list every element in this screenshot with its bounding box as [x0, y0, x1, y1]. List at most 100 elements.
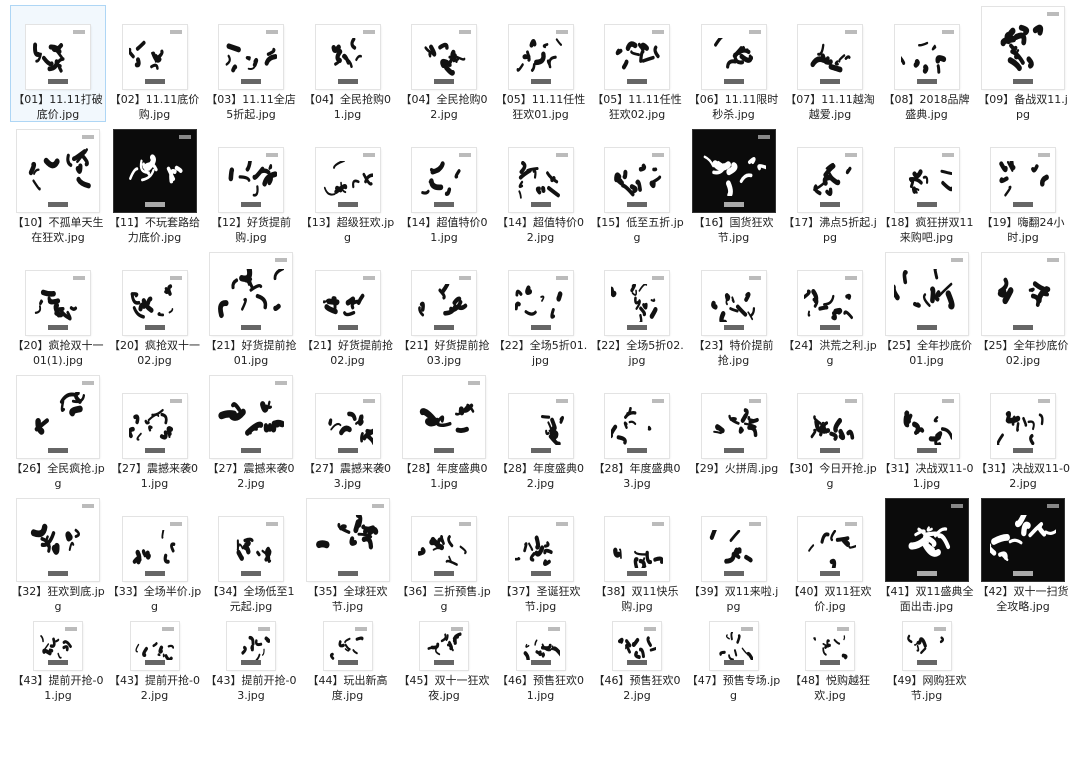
file-item[interactable]: 【31】决战双11-02.jpg [975, 374, 1071, 491]
file-thumbnail[interactable] [894, 394, 959, 458]
file-item[interactable]: 【28】年度盛典02.jpg [493, 374, 589, 491]
file-thumbnail[interactable] [315, 394, 380, 458]
file-item[interactable]: 【28】年度盛典03.jpg [589, 374, 685, 491]
file-thumbnail[interactable] [885, 253, 968, 335]
file-thumbnail[interactable] [26, 25, 90, 89]
file-item[interactable]: 【30】今日开抢.jpg [782, 374, 878, 491]
file-item[interactable]: 【10】不孤单天生在狂欢.jpg [10, 128, 106, 245]
file-thumbnail[interactable] [798, 271, 862, 335]
file-item[interactable]: 【46】预售狂欢01.jpg [493, 620, 589, 703]
file-item[interactable]: 【27】震撼来袭03.jpg [300, 374, 396, 491]
file-thumbnail[interactable] [219, 25, 283, 89]
file-item[interactable]: 【20】疯抢双十一02.jpg [107, 251, 203, 368]
file-thumbnail[interactable] [412, 148, 476, 212]
file-item[interactable]: 【18】疯狂拼双11来购吧.jpg [879, 128, 975, 245]
file-thumbnail[interactable] [420, 622, 468, 670]
file-thumbnail[interactable] [605, 394, 669, 458]
file-thumbnail[interactable] [605, 25, 669, 89]
file-item[interactable]: 【02】11.11底价购.jpg [107, 5, 203, 122]
file-thumbnail[interactable] [210, 376, 292, 458]
file-thumbnail[interactable] [701, 517, 766, 581]
file-thumbnail[interactable] [210, 253, 292, 335]
file-item[interactable]: 【09】备战双11.jpg [975, 5, 1071, 122]
file-item[interactable]: 【08】2018品牌盛典.jpg [879, 5, 975, 122]
file-thumbnail[interactable] [701, 271, 766, 335]
file-thumbnail[interactable] [130, 622, 179, 670]
file-thumbnail[interactable] [798, 517, 862, 581]
file-item[interactable]: 【47】预售专场.jpg [686, 620, 782, 703]
file-item[interactable]: 【23】特价提前抢.jpg [686, 251, 782, 368]
file-item[interactable]: 【05】11.11任性狂欢02.jpg [589, 5, 685, 122]
file-item[interactable]: 【19】嗨翻24小时.jpg [975, 128, 1071, 245]
file-thumbnail[interactable] [982, 7, 1064, 89]
file-item[interactable]: 【26】全民疯抢.jpg [10, 374, 106, 491]
file-thumbnail[interactable] [122, 271, 187, 335]
file-item[interactable]: 【06】11.11限时秒杀.jpg [686, 5, 782, 122]
file-item[interactable]: 【25】全年抄底价02.jpg [975, 251, 1071, 368]
file-thumbnail[interactable] [17, 130, 99, 212]
file-thumbnail[interactable] [982, 253, 1064, 335]
file-item[interactable]: 【38】双11快乐购.jpg [589, 497, 685, 614]
file-thumbnail[interactable] [315, 25, 380, 89]
file-thumbnail[interactable] [991, 148, 1055, 212]
file-thumbnail[interactable] [219, 517, 283, 581]
file-item[interactable]: 【21】好货提前抢02.jpg [300, 251, 396, 368]
file-thumbnail[interactable] [315, 148, 380, 212]
file-thumbnail[interactable] [605, 517, 669, 581]
file-thumbnail[interactable] [798, 25, 862, 89]
file-thumbnail[interactable] [709, 622, 758, 670]
file-thumbnail[interactable] [412, 25, 476, 89]
file-thumbnail[interactable] [894, 148, 959, 212]
file-item[interactable]: 【14】超值特价01.jpg [396, 128, 492, 245]
file-item[interactable]: 【46】预售狂欢02.jpg [589, 620, 685, 703]
file-item[interactable]: 【15】低至五折.jpg [589, 128, 685, 245]
file-thumbnail[interactable] [701, 394, 766, 458]
file-thumbnail[interactable] [26, 271, 90, 335]
file-thumbnail[interactable] [122, 25, 187, 89]
file-thumbnail[interactable] [508, 271, 573, 335]
file-item[interactable]: 【29】火拼周.jpg [686, 374, 782, 476]
file-item[interactable]: 【05】11.11任性狂欢01.jpg [493, 5, 589, 122]
file-thumbnail[interactable] [219, 148, 283, 212]
file-item[interactable]: 【24】洪荒之利.jpg [782, 251, 878, 368]
file-thumbnail[interactable] [17, 499, 99, 581]
file-thumbnail[interactable] [508, 517, 573, 581]
file-item[interactable]: 【32】狂欢到底.jpg [10, 497, 106, 614]
file-thumbnail[interactable] [902, 622, 951, 670]
file-thumbnail[interactable] [613, 622, 661, 670]
file-item[interactable]: 【21】好货提前抢01.jpg [203, 251, 299, 368]
file-thumbnail[interactable] [113, 130, 196, 212]
file-thumbnail[interactable] [306, 499, 389, 581]
file-item[interactable]: 【27】震撼来袭01.jpg [107, 374, 203, 491]
file-thumbnail[interactable] [692, 130, 775, 212]
file-item[interactable]: 【43】提前开抢-01.jpg [10, 620, 106, 703]
file-item[interactable]: 【04】全民抢购02.jpg [396, 5, 492, 122]
file-item[interactable]: 【27】震撼来袭02.jpg [203, 374, 299, 491]
file-thumbnail[interactable] [315, 271, 380, 335]
file-item[interactable]: 【31】决战双11-01.jpg [879, 374, 975, 491]
file-thumbnail[interactable] [806, 622, 854, 670]
file-item[interactable]: 【43】提前开抢-02.jpg [107, 620, 203, 703]
file-item[interactable]: 【44】玩出新高度.jpg [300, 620, 396, 703]
file-item[interactable]: 【34】全场低至1元起.jpg [203, 497, 299, 614]
file-thumbnail[interactable] [323, 622, 372, 670]
file-item[interactable]: 【22】全场5折02.jpg [589, 251, 685, 368]
file-thumbnail[interactable] [605, 271, 669, 335]
file-thumbnail[interactable] [982, 499, 1064, 581]
file-thumbnail[interactable] [227, 622, 275, 670]
file-item[interactable]: 【42】双十一扫货全攻略.jpg [975, 497, 1071, 614]
file-item[interactable]: 【04】全民抢购01.jpg [300, 5, 396, 122]
file-item[interactable]: 【14】超值特价02.jpg [493, 128, 589, 245]
file-thumbnail[interactable] [508, 148, 573, 212]
file-item[interactable]: 【11】不玩套路给力底价.jpg [107, 128, 203, 245]
file-thumbnail[interactable] [17, 376, 99, 458]
file-item[interactable]: 【01】11.11打破底价.jpg [10, 5, 106, 122]
file-item[interactable]: 【21】好货提前抢03.jpg [396, 251, 492, 368]
file-item[interactable]: 【07】11.11越淘越爱.jpg [782, 5, 878, 122]
file-thumbnail[interactable] [701, 25, 766, 89]
file-item[interactable]: 【39】双11来啦.jpg [686, 497, 782, 614]
file-thumbnail[interactable] [412, 517, 476, 581]
file-thumbnail[interactable] [412, 271, 476, 335]
file-item[interactable]: 【35】全球狂欢节.jpg [300, 497, 396, 614]
file-item[interactable]: 【22】全场5折01.jpg [493, 251, 589, 368]
